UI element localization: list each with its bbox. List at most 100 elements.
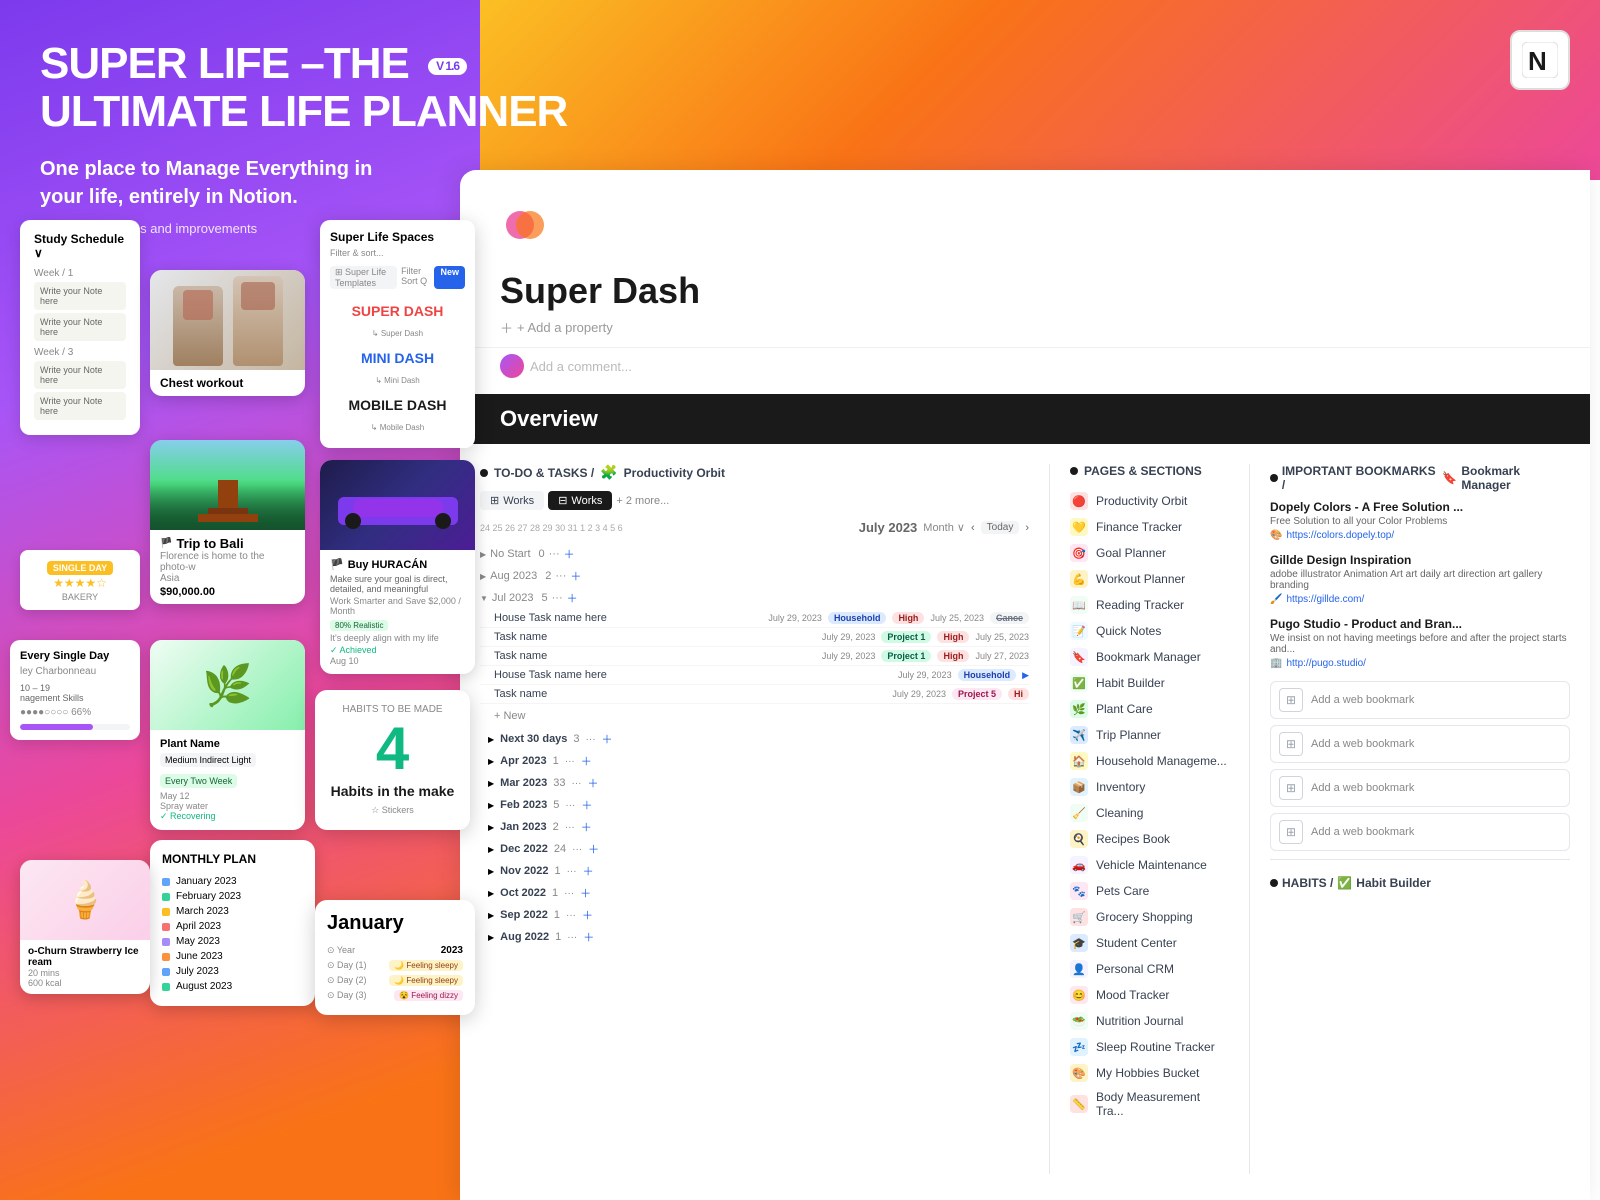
bali-image	[150, 440, 305, 530]
page-grocery[interactable]: 🛒 Grocery Shopping	[1070, 904, 1229, 930]
page-habit[interactable]: ✅ Habit Builder	[1070, 670, 1229, 696]
month-feb: February 2023	[162, 889, 303, 904]
bookmark-dopely-title[interactable]: Dopely Colors - A Free Solution ...	[1270, 500, 1570, 514]
habits-card: HABITS TO BE MADE 4 Habits in the make ☆…	[315, 690, 470, 830]
tab-more[interactable]: + 2 more...	[616, 495, 669, 507]
car-progress: 80% Realistic	[330, 620, 388, 631]
spaces-card: Super Life Spaces Filter & sort... ⊞ Sup…	[320, 220, 475, 448]
add-comment-text[interactable]: Add a comment...	[530, 359, 632, 374]
page-reading[interactable]: 📖 Reading Tracker	[1070, 592, 1229, 618]
page-mood[interactable]: 😊 Mood Tracker	[1070, 982, 1229, 1008]
car-achieved: ✓ Achieved	[330, 645, 465, 656]
bookmark-pugo-title[interactable]: Pugo Studio - Product and Bran...	[1270, 617, 1570, 631]
add-property[interactable]: ＋ + Add a property	[460, 312, 1590, 343]
january-card: January ⊙ Year 2023 ⊙ Day (1) 🌙 Feeling …	[315, 900, 475, 1015]
page-cleaning-icon: 🧹	[1070, 804, 1088, 822]
tab-works-grid[interactable]: ⊞ Works	[480, 491, 544, 510]
page-sleep[interactable]: 💤 Sleep Routine Tracker	[1070, 1034, 1229, 1060]
bookmark-pugo-link[interactable]: 🏢 http://pugo.studio/	[1270, 658, 1570, 669]
page-notes[interactable]: 📝 Quick Notes	[1070, 618, 1229, 644]
bookmarks-dot	[1270, 474, 1278, 482]
period-dec22: ▶ Dec 2022 24 ··· ＋	[488, 838, 1029, 860]
daily-card: Every Single Day ley Charbonneau 10 – 19…	[10, 640, 140, 740]
add-bookmark-icon-2: ⊞	[1279, 732, 1303, 756]
spaces-view-sort: Filter Sort Q	[401, 266, 430, 289]
page-goal[interactable]: 🎯 Goal Planner	[1070, 540, 1229, 566]
daily-progress-bar	[20, 724, 130, 730]
bali-subtitle: Florence is home to the photo-w	[160, 551, 295, 573]
page-vehicle[interactable]: 🚗 Vehicle Maintenance	[1070, 852, 1229, 878]
car-desc: Make sure your goal is direct, detailed,…	[330, 574, 465, 594]
january-title: January	[327, 912, 463, 935]
page-plant[interactable]: 🌿 Plant Care	[1070, 696, 1229, 722]
period-sep22: ▶ Sep 2022 1 ··· ＋	[488, 904, 1029, 926]
page-workout[interactable]: 💪 Workout Planner	[1070, 566, 1229, 592]
page-pets-icon: 🐾	[1070, 882, 1088, 900]
add-bookmark-2[interactable]: ⊞ Add a web bookmark	[1270, 725, 1570, 763]
mobile-dash-label: MOBILE DASH	[330, 391, 465, 419]
month-aug: August 2023	[162, 979, 303, 994]
task-row-2: Task name July 29, 2023 Project 1 High J…	[480, 628, 1029, 647]
page-recipes[interactable]: 🍳 Recipes Book	[1070, 826, 1229, 852]
spaces-toolbar-item[interactable]: ⊞ Super Life Templates	[330, 266, 397, 289]
add-bookmark-3[interactable]: ⊞ Add a web bookmark	[1270, 769, 1570, 807]
today-btn[interactable]: Today	[981, 521, 1020, 534]
period-30days: ▶ Next 30 days 3 ··· ＋	[488, 728, 1029, 750]
page-bookmark-icon: 🔖	[1070, 648, 1088, 666]
january-row-day1: ⊙ Day (1) 🌙 Feeling sleepy	[327, 958, 463, 973]
add-bookmark-icon-1: ⊞	[1279, 688, 1303, 712]
page-vehicle-icon: 🚗	[1070, 856, 1088, 874]
habits-number: 4	[329, 719, 456, 779]
chest-image	[150, 270, 305, 370]
page-reading-icon: 📖	[1070, 596, 1088, 614]
new-task-btn[interactable]: + New	[480, 704, 1029, 728]
month-apr: April 2023	[162, 919, 303, 934]
note-4: Write your Note here	[34, 392, 126, 420]
page-productivity[interactable]: 🔴 Productivity Orbit	[1070, 488, 1229, 514]
bali-region: Asia	[160, 573, 295, 584]
page-student[interactable]: 🎓 Student Center	[1070, 930, 1229, 956]
bookmark-gillde-link[interactable]: 🖌️ https://gillde.com/	[1270, 594, 1570, 605]
monthly-title: MONTHLY PLAN	[162, 852, 303, 866]
jul-2023-section: ▼ Jul 2023 5 ··· ＋	[480, 587, 1029, 609]
bookmark-gillde: Gillde Design Inspiration adobe illustra…	[1270, 553, 1570, 605]
bali-info: 🏴 Trip to Bali Florence is home to the p…	[150, 530, 305, 604]
page-trip[interactable]: ✈️ Trip Planner	[1070, 722, 1229, 748]
add-bookmark-1[interactable]: ⊞ Add a web bookmark	[1270, 681, 1570, 719]
month-jan: January 2023	[162, 874, 303, 889]
page-household[interactable]: 🏠 Household Manageme...	[1070, 748, 1229, 774]
page-crm[interactable]: 👤 Personal CRM	[1070, 956, 1229, 982]
page-notes-icon: 📝	[1070, 622, 1088, 640]
january-row-day3: ⊙ Day (3) 😵 Feeling dizzy	[327, 988, 463, 1003]
page-finance[interactable]: 💛 Finance Tracker	[1070, 514, 1229, 540]
page-household-icon: 🏠	[1070, 752, 1088, 770]
page-bookmark[interactable]: 🔖 Bookmark Manager	[1070, 644, 1229, 670]
notion-logo: N	[1510, 30, 1570, 90]
car-title: 🏴 Buy HURACÁN	[330, 558, 465, 571]
month-jul: July 2023	[162, 964, 303, 979]
mini-dash-link: ↳ Mini Dash	[330, 376, 465, 385]
tab-works-list[interactable]: ⊟ Works	[548, 491, 612, 510]
header-subtitle: One place to Manage Everything in your l…	[40, 155, 400, 211]
bookmark-dopely-link[interactable]: 🎨 https://colors.dopely.top/	[1270, 530, 1570, 541]
habits-bottom-title: HABITS / ✅ Habit Builder	[1270, 876, 1570, 890]
page-hobbies[interactable]: 🎨 My Hobbies Bucket	[1070, 1060, 1229, 1086]
page-inventory[interactable]: 📦 Inventory	[1070, 774, 1229, 800]
page-nutrition[interactable]: 🥗 Nutrition Journal	[1070, 1008, 1229, 1034]
spaces-new-btn[interactable]: New	[434, 266, 465, 289]
page-cleaning[interactable]: 🧹 Cleaning	[1070, 800, 1229, 826]
page-body[interactable]: 📏 Body Measurement Tra...	[1070, 1086, 1229, 1122]
habits-title: Habits in the make	[329, 783, 456, 799]
stars: ★★★★☆	[28, 576, 132, 590]
plant-date: May 12	[160, 791, 295, 801]
bookmark-gillde-title[interactable]: Gillde Design Inspiration	[1270, 553, 1570, 567]
period-oct22: ▶ Oct 2022 1 ··· ＋	[488, 882, 1029, 904]
pages-dot	[1070, 467, 1078, 475]
period-aug22: ▶ Aug 2022 1 ··· ＋	[488, 926, 1029, 948]
single-day-card: SINGLE DAY ★★★★☆ BAKERY	[20, 550, 140, 610]
car-flag: 🏴	[330, 558, 344, 571]
plant-image: 🌿	[150, 640, 305, 730]
page-pets[interactable]: 🐾 Pets Care	[1070, 878, 1229, 904]
add-bookmark-4[interactable]: ⊞ Add a web bookmark	[1270, 813, 1570, 851]
todo-tabs: ⊞ Works ⊟ Works + 2 more...	[480, 491, 1029, 510]
